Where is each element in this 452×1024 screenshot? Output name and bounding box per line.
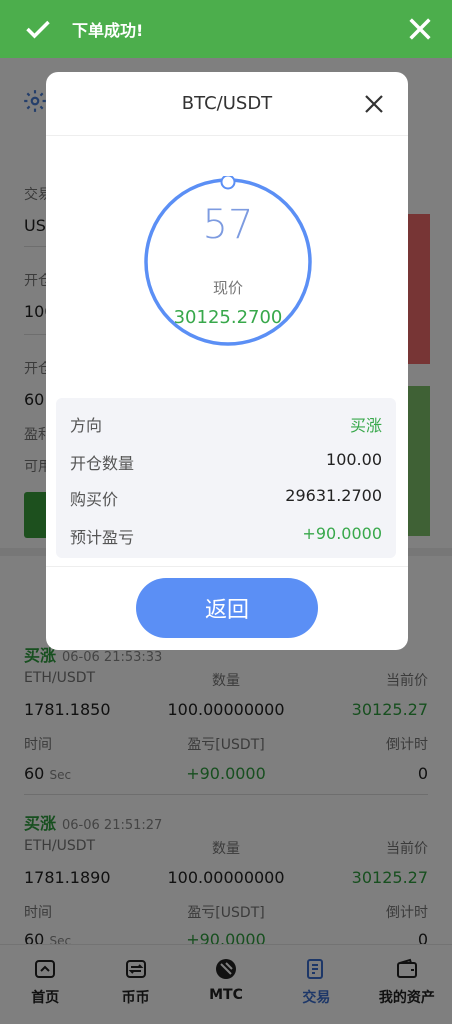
price-label: 现价	[212, 279, 243, 297]
toast-message: 下单成功!	[72, 21, 144, 40]
order-info-panel: 方向 买涨 开仓数量 100.00 购买价 29631.2700 预计盈亏 +9…	[56, 398, 396, 558]
divider	[46, 566, 408, 567]
info-row-quantity: 开仓数量 100.00	[70, 450, 382, 473]
modal-title: BTC/USDT	[46, 72, 408, 136]
check-icon	[26, 20, 50, 39]
countdown-number: 57	[202, 202, 254, 248]
info-row-buy-price: 购买价 29631.2700	[70, 486, 382, 509]
back-button[interactable]: 返回	[136, 578, 318, 638]
success-toast: 下单成功!	[0, 0, 452, 58]
close-icon[interactable]	[362, 92, 386, 116]
info-row-direction: 方向 买涨	[70, 416, 382, 435]
price-value: 30125.2700	[173, 307, 283, 328]
close-icon[interactable]	[406, 15, 434, 43]
info-row-expected-profit: 预计盈亏 +90.0000	[70, 524, 382, 547]
order-result-modal: BTC/USDT 57 现价 30125.2700 方向 买涨 开仓数量 100…	[46, 72, 408, 650]
